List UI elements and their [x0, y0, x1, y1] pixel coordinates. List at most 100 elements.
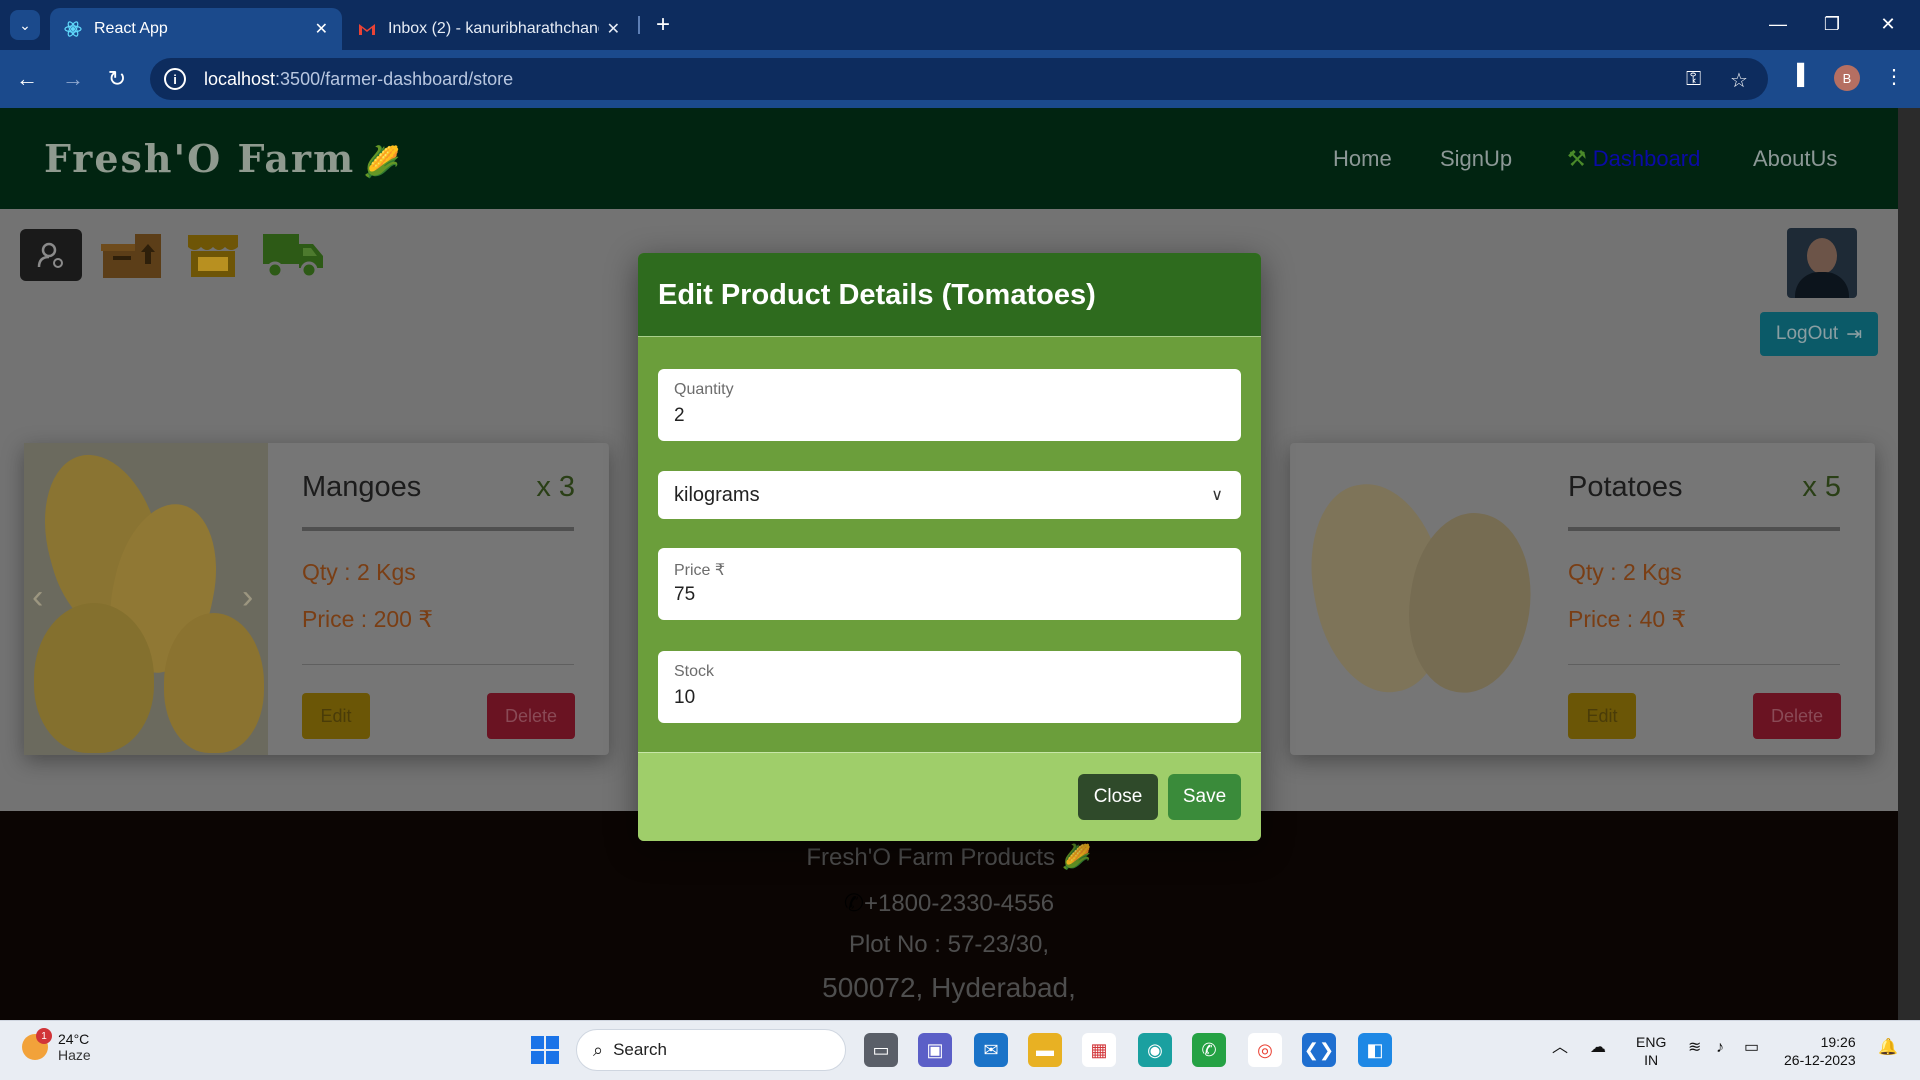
corn-icon: 🌽: [363, 145, 403, 180]
key-icon[interactable]: ⚿: [1686, 68, 1701, 91]
price-label: Price ₹: [674, 562, 726, 579]
delete-button[interactable]: Delete: [487, 693, 575, 739]
product-count: x 5: [1802, 471, 1841, 503]
task-view-icon[interactable]: ▭: [864, 1033, 898, 1067]
clock[interactable]: 19:26 26-12-2023: [1784, 1033, 1856, 1069]
close-button[interactable]: Close: [1078, 774, 1158, 820]
carousel-next-icon[interactable]: ›: [242, 578, 253, 617]
minimize-icon[interactable]: —: [1756, 8, 1800, 40]
tab-search-button[interactable]: ⌄: [10, 10, 40, 40]
nav-aboutus[interactable]: AboutUs: [1753, 146, 1837, 172]
show-hidden-icons-icon[interactable]: ︿: [1552, 1039, 1568, 1057]
page-viewport: Fresh'O Farm 🌽 Home SignUp ⚒ Dashboard Abo…: [0, 108, 1898, 1020]
farmer-icon: ⚒: [1567, 146, 1587, 171]
avatar-face: [1807, 238, 1837, 274]
close-window-icon[interactable]: ✕: [1866, 8, 1910, 40]
stock-label: Stock: [674, 663, 715, 680]
nav-dashboard[interactable]: ⚒ Dashboard: [1567, 146, 1700, 172]
new-tab-button[interactable]: +: [648, 10, 678, 40]
language-indicator[interactable]: ENG IN: [1636, 1033, 1666, 1069]
teams-icon[interactable]: ▣: [918, 1033, 952, 1067]
file-explorer-icon[interactable]: ▬: [1028, 1033, 1062, 1067]
chrome-icon[interactable]: ◎: [1248, 1033, 1282, 1067]
edge-icon[interactable]: ◉: [1138, 1033, 1172, 1067]
wifi-icon[interactable]: ≋: [1688, 1039, 1701, 1057]
quantity-field[interactable]: Quantity 2: [658, 369, 1241, 441]
taskbar-search[interactable]: ⌕ Search: [576, 1029, 846, 1071]
tab-gmail-inbox[interactable]: Inbox (2) - kanuribharathchandra ✕: [344, 8, 634, 50]
truck-icon[interactable]: [260, 229, 326, 281]
price-field[interactable]: Price ₹ 75: [658, 548, 1241, 620]
product-price: Price : 200 ₹: [302, 606, 433, 632]
stock-field[interactable]: Stock 10: [658, 651, 1241, 723]
page-scrollbar[interactable]: [1898, 108, 1920, 1020]
site-navbar: Fresh'O Farm 🌽 Home SignUp ⚒ Dashboard Abo…: [0, 108, 1898, 209]
quantity-label: Quantity: [674, 381, 734, 398]
avatar-body: [1795, 272, 1849, 298]
photos-icon[interactable]: ◧: [1358, 1033, 1392, 1067]
gmail-icon: [358, 20, 376, 38]
nav-signup[interactable]: SignUp: [1440, 146, 1512, 172]
bookmark-star-icon[interactable]: ☆: [1730, 68, 1748, 93]
notification-bell-icon[interactable]: 🔔: [1878, 1039, 1898, 1057]
modal-title: Edit Product Details (Tomatoes): [658, 279, 1096, 311]
battery-icon[interactable]: ▭: [1744, 1039, 1759, 1057]
url-bar[interactable]: i localhost:3500/farmer-dashboard/store …: [150, 58, 1768, 100]
weather-temp: 24°C: [58, 1031, 90, 1047]
potato-image: [1290, 443, 1534, 755]
modal-footer: Close Save: [638, 752, 1261, 841]
delete-button[interactable]: Delete: [1753, 693, 1841, 739]
windows-start-icon[interactable]: [528, 1033, 562, 1067]
edit-button[interactable]: Edit: [1568, 693, 1636, 739]
site-logo[interactable]: Fresh'O Farm 🌽: [44, 136, 403, 181]
forward-icon[interactable]: →: [58, 64, 88, 94]
user-avatar[interactable]: [1787, 228, 1857, 298]
address-bar-row: ← → ↻ i localhost:3500/farmer-dashboard/…: [0, 50, 1920, 108]
divider: [1568, 664, 1840, 665]
tab-separator: [638, 16, 640, 34]
profile-avatar[interactable]: B: [1834, 65, 1860, 91]
footer-phone: ✆+1800-2330-4556: [843, 890, 1055, 917]
react-icon: [64, 20, 82, 38]
product-qty: Qty : 2 Kgs: [1568, 559, 1682, 585]
site-info-icon[interactable]: i: [164, 68, 186, 90]
onedrive-icon[interactable]: ☁: [1590, 1039, 1606, 1057]
url-text[interactable]: localhost:3500/farmer-dashboard/store: [204, 69, 513, 90]
close-tab-icon[interactable]: ✕: [315, 19, 328, 39]
weather-widget[interactable]: 1 24°C Haze: [22, 1028, 91, 1063]
admin-icon[interactable]: [20, 229, 82, 281]
price-value[interactable]: 75: [674, 584, 695, 606]
whatsapp-icon[interactable]: ✆: [1192, 1033, 1226, 1067]
restore-icon[interactable]: ❐: [1810, 8, 1854, 40]
close-tab-icon[interactable]: ✕: [607, 19, 620, 39]
product-name: Mangoes: [302, 471, 422, 503]
box-upload-icon[interactable]: [101, 229, 163, 281]
vscode-icon[interactable]: ❮❯: [1302, 1033, 1336, 1067]
footer-company: Fresh'O Farm Products 🌽: [806, 844, 1092, 871]
save-button[interactable]: Save: [1168, 774, 1241, 820]
mail-icon[interactable]: ✉: [974, 1033, 1008, 1067]
product-count: x 3: [536, 471, 575, 503]
corn-icon: 🌽: [1061, 844, 1092, 871]
browser-tab-bar: ⌄ React App ✕ Inbox (2) - kanuribharathc…: [0, 0, 1920, 50]
unit-select[interactable]: kilograms ∨: [658, 471, 1241, 519]
weather-desc: Haze: [58, 1047, 91, 1063]
unit-selected-value: kilograms: [674, 484, 760, 506]
side-panel-icon[interactable]: ▐: [1790, 64, 1804, 87]
logout-button[interactable]: LogOut ⇥: [1760, 312, 1878, 356]
stock-value[interactable]: 10: [674, 687, 695, 709]
carousel-prev-icon[interactable]: ‹: [32, 578, 43, 617]
tab-react-app[interactable]: React App ✕: [50, 8, 342, 50]
edit-button[interactable]: Edit: [302, 693, 370, 739]
tab-title: React App: [94, 20, 168, 37]
site-footer: Fresh'O Farm Products 🌽 ✆+1800-2330-4556…: [0, 811, 1898, 1020]
back-icon[interactable]: ←: [12, 64, 42, 94]
menu-dots-icon[interactable]: ⋮: [1884, 64, 1904, 89]
volume-icon[interactable]: ♪: [1716, 1039, 1724, 1057]
nav-home[interactable]: Home: [1333, 146, 1392, 172]
quantity-value[interactable]: 2: [674, 405, 685, 427]
reload-icon[interactable]: ↻: [102, 64, 132, 94]
store-icon[interactable]: [184, 229, 242, 281]
footer-address-line1: Plot No : 57-23/30,: [848, 931, 1050, 958]
microsoft-store-icon[interactable]: ▦: [1082, 1033, 1116, 1067]
